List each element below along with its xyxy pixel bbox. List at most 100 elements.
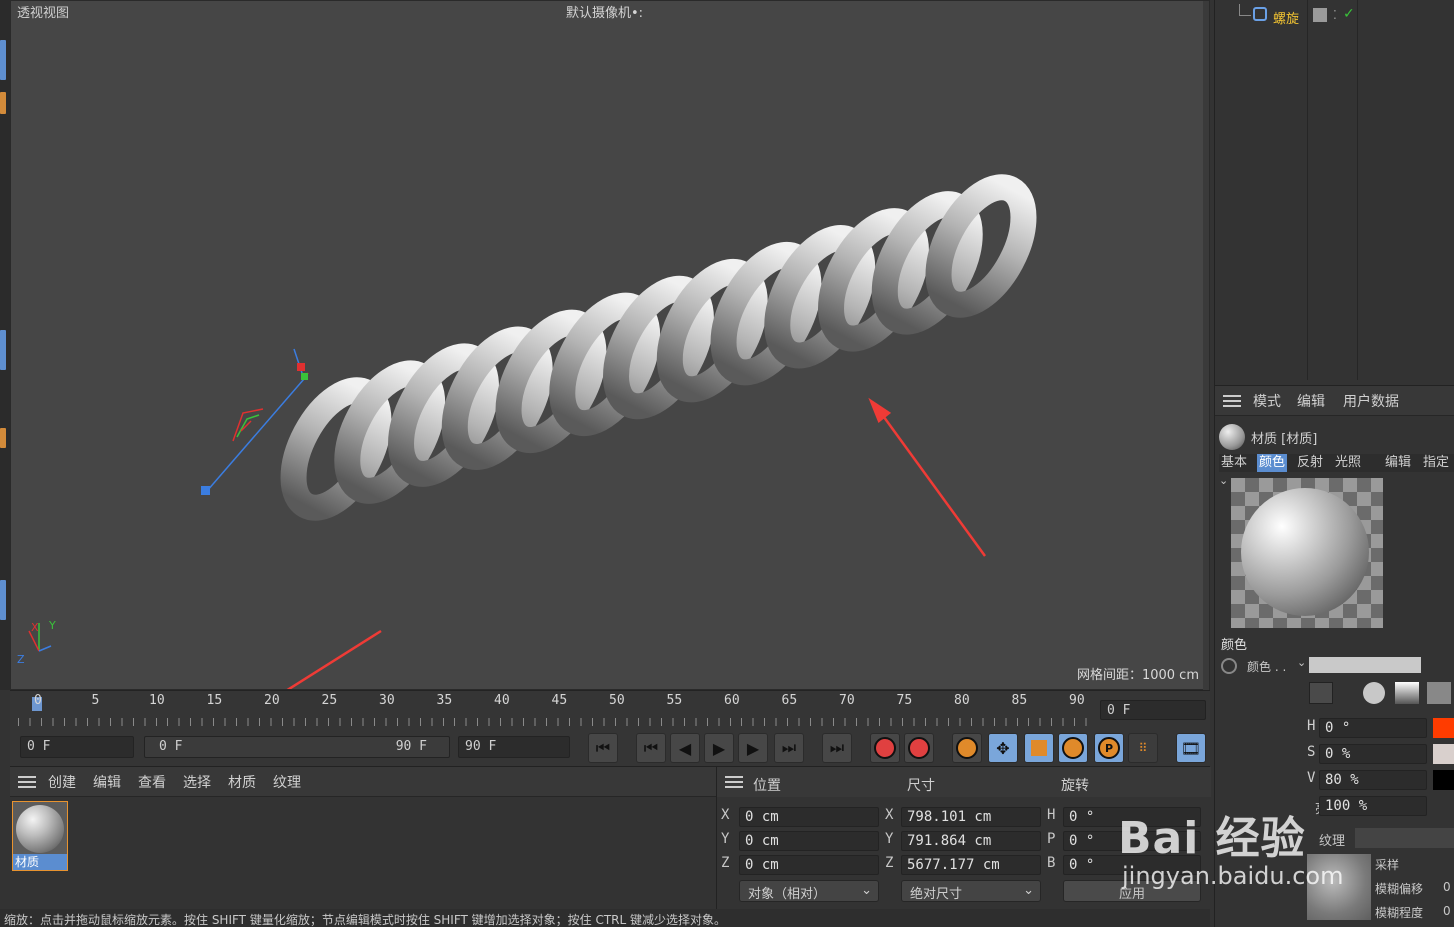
- blur-scale-label: 模糊程度: [1375, 906, 1424, 920]
- color-preview-bar[interactable]: [1309, 657, 1421, 673]
- tool-marker[interactable]: [0, 428, 6, 448]
- tool-marker[interactable]: [0, 92, 6, 114]
- column-divider: [1357, 0, 1358, 380]
- timeline[interactable]: 0 5 10 15 20 25 30 35 40 45 50 55 60 65 70 75 80 85 90 0 F: [10, 690, 1210, 730]
- menu-texture[interactable]: 纹理: [273, 772, 301, 792]
- size-field[interactable]: 5677.177 cm: [901, 855, 1041, 875]
- menu-mode[interactable]: 模式: [1253, 391, 1281, 411]
- rotation-key-button[interactable]: [1058, 733, 1088, 763]
- timeline-tick-label: 50: [609, 693, 625, 708]
- autokey-icon: [908, 737, 930, 759]
- material-preview[interactable]: [1231, 478, 1383, 628]
- rotation-field[interactable]: 0 °: [1063, 831, 1201, 851]
- brightness-field[interactable]: 100 %: [1319, 796, 1427, 816]
- timeline-tick-label: 40: [494, 693, 510, 708]
- texture-slot[interactable]: [1355, 828, 1454, 848]
- object-row[interactable]: 螺旋 ⁚ ✓: [1215, 4, 1454, 27]
- rotation-field[interactable]: 0 °: [1063, 855, 1201, 875]
- keyframe-selection-button[interactable]: [952, 733, 982, 763]
- spring-object: [280, 174, 1037, 521]
- size-mode-value: 绝对尺寸: [910, 887, 963, 902]
- menu-select[interactable]: 选择: [183, 772, 211, 792]
- tab-editor[interactable]: 编辑: [1383, 454, 1413, 472]
- play-button[interactable]: ▶: [704, 733, 734, 763]
- previous-frame-button[interactable]: ◀: [670, 733, 700, 763]
- coordinate-mode-dropdown[interactable]: 对象（相对） ⌄: [739, 880, 879, 902]
- size-mode-dropdown[interactable]: 绝对尺寸 ⌄: [901, 880, 1041, 902]
- radio-icon[interactable]: [1221, 658, 1237, 674]
- tool-marker[interactable]: [0, 330, 6, 370]
- hsv-field[interactable]: 0 %: [1319, 744, 1427, 764]
- color-mode-icon[interactable]: [1309, 682, 1333, 704]
- color-section-title: 颜色: [1221, 638, 1248, 653]
- record-button[interactable]: [870, 733, 900, 763]
- enabled-check-icon[interactable]: ✓: [1343, 6, 1355, 22]
- timeline-tick-label: 25: [321, 693, 338, 708]
- size-field[interactable]: 791.864 cm: [901, 831, 1041, 851]
- menu-hamburger-icon[interactable]: [1223, 395, 1241, 407]
- render-timeline-button[interactable]: 🎞: [1176, 733, 1206, 763]
- visibility-dots-icon[interactable]: ⁚: [1333, 8, 1337, 22]
- blur-scale-value[interactable]: 0: [1443, 904, 1451, 918]
- texture-thumbnail[interactable]: [1307, 854, 1371, 920]
- timeline-tick-label: 0: [34, 693, 42, 708]
- object-name[interactable]: 螺旋: [1273, 8, 1299, 27]
- menu-material[interactable]: 材质: [228, 772, 256, 792]
- tool-marker[interactable]: [0, 580, 6, 620]
- color-swatch[interactable]: [1433, 744, 1454, 764]
- perspective-viewport[interactable]: 透视视图 默认摄像机•: Y X Z 网格间距：1000 cm: [10, 0, 1210, 691]
- hsv-field[interactable]: 80 %: [1319, 770, 1427, 790]
- menu-hamburger-icon[interactable]: [725, 776, 743, 788]
- menu-edit[interactable]: 编辑: [93, 772, 121, 792]
- tab-illumination[interactable]: 光照: [1333, 454, 1363, 472]
- start-frame-field[interactable]: 0 F: [20, 736, 134, 758]
- hsv-label: V: [1307, 770, 1316, 786]
- tab-basic[interactable]: 基本: [1219, 454, 1249, 472]
- tab-reflectance[interactable]: 反射: [1295, 454, 1325, 472]
- scale-key-button[interactable]: [1024, 733, 1054, 763]
- go-to-start-button[interactable]: ⏮: [588, 733, 618, 763]
- timeline-ruler[interactable]: [18, 718, 1096, 726]
- rotation-field[interactable]: 0 °: [1063, 807, 1201, 827]
- color-wheel-icon[interactable]: [1363, 682, 1385, 704]
- go-to-end-button[interactable]: ⏭: [822, 733, 852, 763]
- parameter-key-button[interactable]: P: [1094, 733, 1124, 763]
- previous-key-button[interactable]: ⏮: [636, 733, 666, 763]
- next-key-button[interactable]: ⏭: [774, 733, 804, 763]
- spectrum-icon[interactable]: [1395, 682, 1419, 704]
- position-key-button[interactable]: ✥: [988, 733, 1018, 763]
- autokey-button[interactable]: [904, 733, 934, 763]
- color-swatch[interactable]: [1433, 718, 1454, 738]
- material-swatch[interactable]: 材质: [12, 801, 68, 871]
- layer-icon[interactable]: [1313, 8, 1327, 22]
- apply-button[interactable]: 应用: [1063, 880, 1201, 902]
- menu-hamburger-icon[interactable]: [18, 776, 36, 788]
- position-field[interactable]: 0 cm: [739, 807, 879, 827]
- end-frame-field[interactable]: 90 F: [458, 736, 570, 758]
- frame-range-slider[interactable]: 0 F 90 F: [144, 736, 450, 758]
- position-field[interactable]: 0 cm: [739, 855, 879, 875]
- hsv-field[interactable]: 0 °: [1319, 718, 1427, 738]
- next-frame-button[interactable]: ▶: [738, 733, 768, 763]
- color-swatch[interactable]: [1433, 770, 1454, 790]
- tab-assign[interactable]: 指定: [1421, 454, 1451, 472]
- position-axis-label: Y: [721, 831, 730, 847]
- chevron-down-icon[interactable]: ⌄: [1219, 474, 1228, 487]
- image-icon[interactable]: [1427, 682, 1451, 704]
- menu-create[interactable]: 创建: [48, 772, 76, 792]
- hsv-label: S: [1307, 744, 1316, 760]
- tab-color[interactable]: 颜色: [1257, 454, 1288, 472]
- blur-offset-value[interactable]: 0: [1443, 880, 1451, 894]
- attribute-title: 材质 [材质]: [1251, 432, 1318, 447]
- size-field[interactable]: 798.101 cm: [901, 807, 1041, 827]
- chevron-down-icon[interactable]: ⌄: [1297, 656, 1306, 669]
- menu-view[interactable]: 查看: [138, 772, 166, 792]
- position-field[interactable]: 0 cm: [739, 831, 879, 851]
- menu-user-data[interactable]: 用户数据: [1343, 391, 1399, 411]
- menu-edit[interactable]: 编辑: [1297, 391, 1325, 411]
- hsv-label: H: [1307, 718, 1316, 734]
- point-level-button[interactable]: ⠿: [1128, 733, 1158, 763]
- tool-marker[interactable]: [0, 40, 6, 80]
- current-frame-field[interactable]: 0 F: [1100, 700, 1206, 720]
- viewport-scrollbar[interactable]: [1203, 1, 1209, 691]
